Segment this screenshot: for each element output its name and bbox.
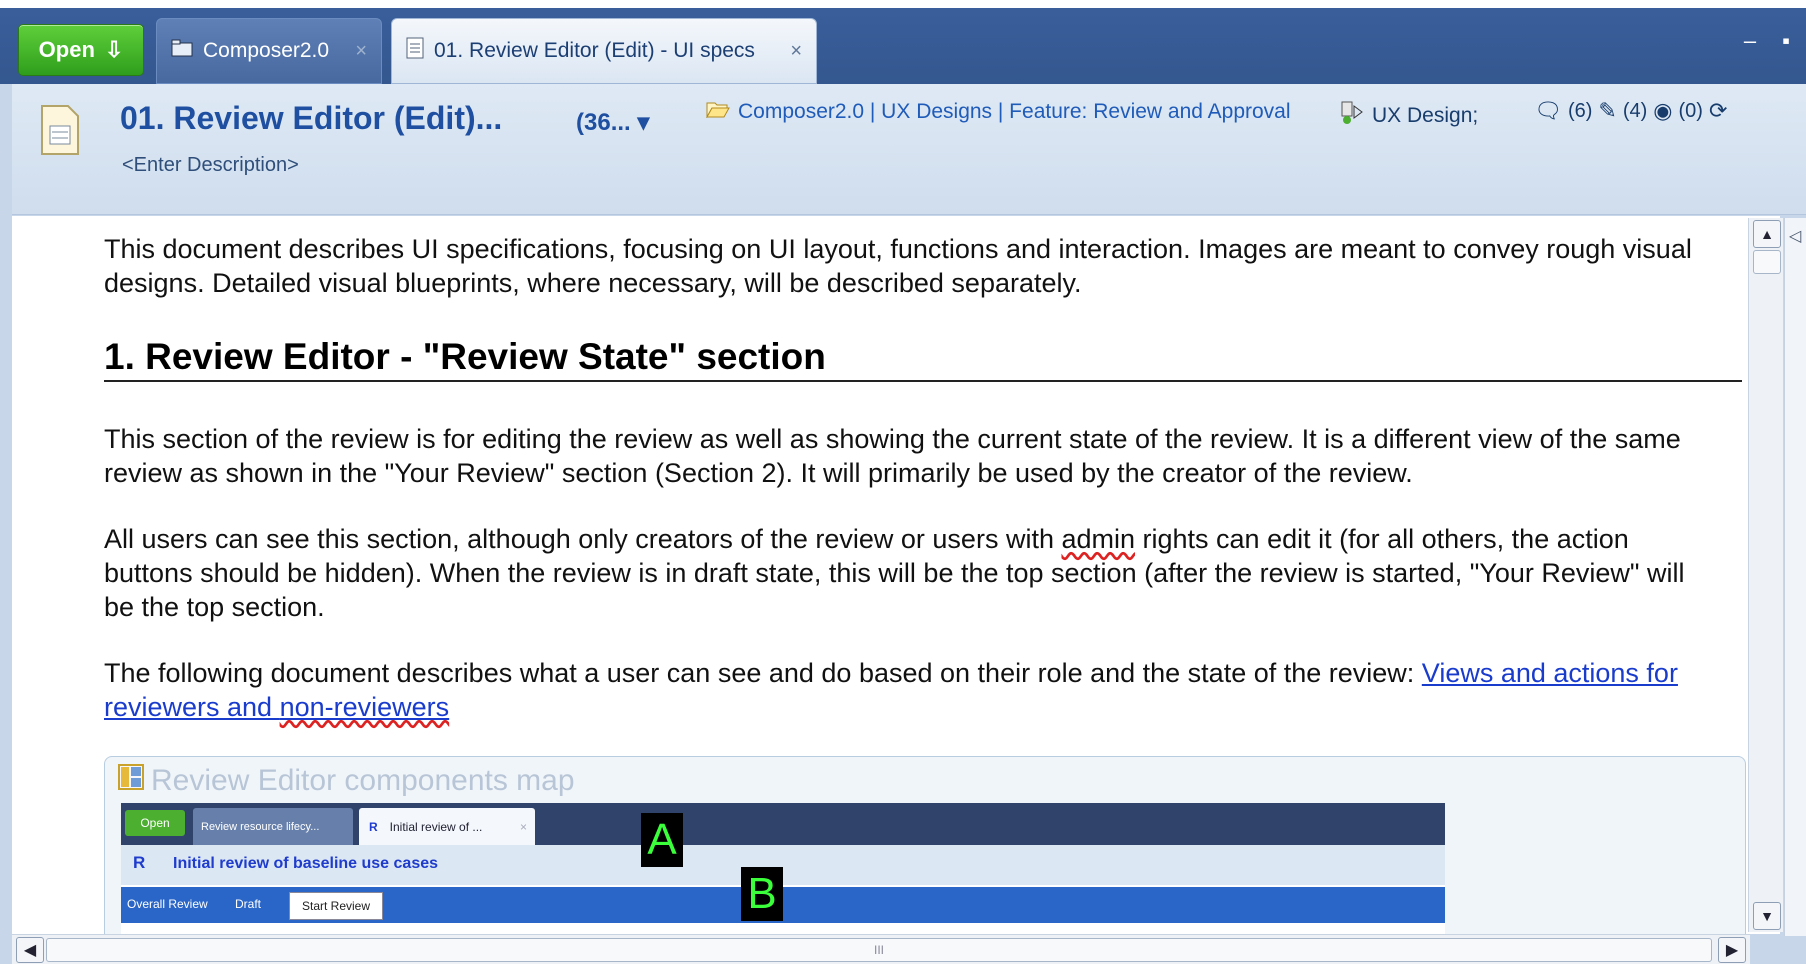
expand-left-icon[interactable]: ◁ — [1789, 226, 1801, 246]
close-icon[interactable]: × — [355, 40, 367, 63]
mini-state-bar: Overall Review Draft Start Review — [121, 887, 1445, 923]
breadcrumb[interactable]: Composer2.0 | UX Designs | Feature: Revi… — [706, 100, 1291, 124]
panel-title: Review Editor components map — [117, 763, 575, 799]
description-field[interactable]: <Enter Description> — [122, 154, 299, 177]
document-icon — [40, 104, 80, 156]
spellcheck-word: admin — [1061, 524, 1136, 554]
mini-draft-label: Draft — [235, 897, 262, 911]
tab-composer[interactable]: Composer2.0 × — [156, 18, 382, 84]
approval-icon[interactable]: ✎ — [1598, 98, 1616, 124]
paragraph-1: This section of the review is for editin… — [104, 424, 1681, 488]
refresh-icon[interactable]: ⟳ — [1709, 98, 1727, 124]
close-icon[interactable]: × — [790, 40, 802, 63]
mini-open-button: Open — [125, 810, 185, 836]
mini-start-review-button: Start Review — [289, 892, 383, 920]
scroll-left-button[interactable]: ◀ — [16, 937, 44, 963]
left-edge — [0, 84, 12, 963]
mini-tab-1: Review resource lifecy... — [193, 808, 353, 845]
artifact-header: 01. Review Editor (Edit)... (36... ▾ <En… — [12, 84, 1806, 215]
mini-tab-2-label: Initial review of ... — [389, 819, 483, 834]
scroll-up-button[interactable]: ▲ — [1753, 220, 1781, 248]
section-heading: 1. Review Editor - "Review State" sectio… — [104, 336, 1742, 382]
mini-close-icon: × — [519, 819, 527, 834]
marker-a: A — [641, 813, 683, 867]
artifact-counts: 🗨 (6) ✎ (4) ◉ (0) ⟳ — [1534, 98, 1727, 124]
open-label: Open — [38, 37, 95, 62]
comment-icon[interactable]: 🗨 — [1534, 98, 1562, 124]
marker-b: B — [741, 867, 783, 921]
tab-bar: Open ⇩ Composer2.0 × 01. Review Editor (… — [0, 0, 1806, 84]
paragraph-2-text-a: All users can see this section, although… — [104, 524, 1062, 554]
link-text-misspelled[interactable]: non-reviewers — [280, 692, 450, 722]
review-icon: R — [133, 853, 146, 872]
horizontal-scrollbar[interactable]: ◀ III ▶ — [12, 934, 1750, 964]
mini-overall-label: Overall Review — [127, 897, 208, 911]
side-panel-toggle[interactable]: ◁ — [1784, 218, 1806, 936]
paragraph-2: All users can see this section, although… — [104, 522, 1704, 624]
layout-icon — [117, 763, 145, 799]
download-arrow-icon: ⇩ — [104, 37, 124, 62]
top-border — [0, 0, 1806, 8]
vertical-scroll-thumb[interactable] — [1753, 250, 1781, 274]
artifact-type[interactable]: UX Design; — [1336, 100, 1478, 132]
components-map-panel: Review Editor components map Open Review… — [104, 756, 1746, 934]
mini-header-title: Initial review of baseline use cases — [173, 855, 439, 872]
paragraph-3: The following document describes what a … — [104, 656, 1704, 724]
window-controls[interactable]: – ▪ — [1744, 28, 1800, 54]
embedded-screenshot: Open Review resource lifecy... R Initial… — [121, 803, 1445, 934]
folder-icon — [171, 39, 193, 63]
tab-review-editor[interactable]: 01. Review Editor (Edit) - UI specs × — [391, 18, 817, 84]
open-button[interactable]: Open ⇩ — [18, 24, 144, 76]
panel-title-text: Review Editor components map — [151, 764, 575, 797]
version-dropdown[interactable]: (36... ▾ — [576, 108, 649, 137]
tab-label: Composer2.0 — [203, 39, 330, 62]
type-icon — [1336, 100, 1364, 132]
chevron-down-icon: ▾ — [637, 109, 650, 136]
mini-tab-2: R Initial review of ... × — [359, 808, 535, 845]
paragraph-3-text: The following document describes what a … — [104, 658, 1422, 688]
approval-count[interactable]: (4) — [1623, 100, 1647, 123]
tab-label: 01. Review Editor (Edit) - UI specs — [434, 39, 755, 62]
type-label: UX Design; — [1372, 104, 1479, 127]
page-title[interactable]: 01. Review Editor (Edit)... — [120, 100, 502, 137]
document-editor[interactable]: This document describes UI specification… — [12, 216, 1780, 934]
scroll-down-button[interactable]: ▼ — [1753, 902, 1781, 930]
intro-paragraph: This document describes UI specification… — [104, 234, 1692, 298]
version-label: (36... — [576, 109, 631, 136]
subscriber-count[interactable]: (0) — [1678, 100, 1702, 123]
subscriber-icon[interactable]: ◉ — [1653, 98, 1672, 124]
open-folder-icon — [706, 100, 730, 124]
review-icon: R — [369, 819, 378, 834]
breadcrumb-text[interactable]: Composer2.0 | UX Designs | Feature: Revi… — [738, 100, 1291, 124]
horizontal-scroll-thumb[interactable]: III — [46, 938, 1712, 962]
scroll-right-button[interactable]: ▶ — [1718, 937, 1746, 963]
vertical-scrollbar[interactable]: ▲ ▼ — [1748, 218, 1783, 932]
mini-header: R Initial review of baseline use cases — [121, 845, 1445, 885]
comment-count[interactable]: (6) — [1568, 100, 1592, 123]
document-icon — [406, 37, 424, 65]
mini-tab-bar: Open Review resource lifecy... R Initial… — [121, 803, 1445, 845]
